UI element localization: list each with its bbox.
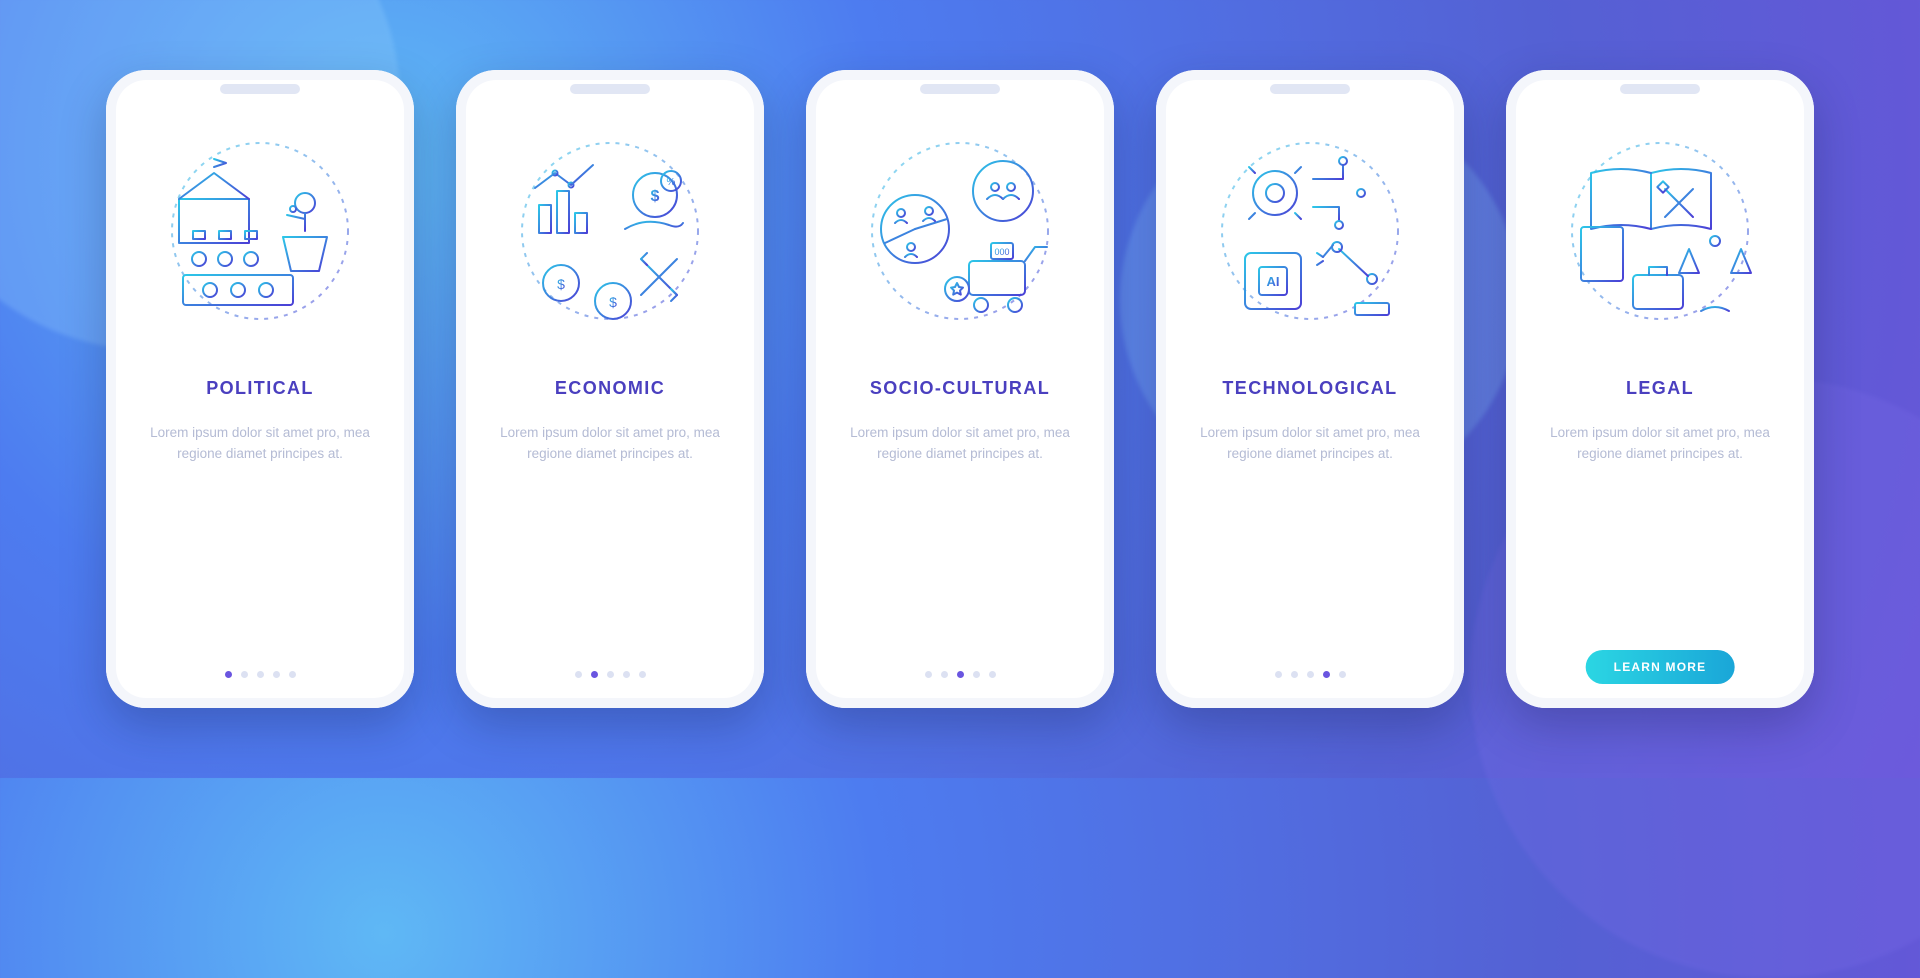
svg-text:000: 000 [994, 247, 1009, 257]
pagination-dots [1275, 671, 1346, 678]
dot[interactable] [607, 671, 614, 678]
screen-title: ECONOMIC [555, 378, 665, 399]
dot[interactable] [639, 671, 646, 678]
dot[interactable] [925, 671, 932, 678]
dot[interactable] [1339, 671, 1346, 678]
screen-economic: $ % $ $ ECONOMIC [456, 70, 764, 708]
svg-text:$: $ [651, 188, 660, 205]
screen-desc: Lorem ipsum dolor sit amet pro, mea regi… [1182, 423, 1438, 465]
screen-technological: AI TECHNOLOGICAL Lorem ipsum dolor sit a… [1156, 70, 1464, 708]
dot[interactable] [1307, 671, 1314, 678]
screen-political: POLITICAL Lorem ipsum dolor sit amet pro… [106, 70, 414, 708]
political-icon [150, 128, 370, 348]
svg-text:$: $ [557, 276, 565, 292]
screen-title: SOCIO-CULTURAL [870, 378, 1050, 399]
dot[interactable] [989, 671, 996, 678]
technological-icon: AI [1200, 128, 1420, 348]
dot[interactable] [957, 671, 964, 678]
learn-more-button[interactable]: LEARN MORE [1586, 650, 1735, 684]
pagination-dots [925, 671, 996, 678]
svg-text:$: $ [609, 294, 617, 310]
screen-title: LEGAL [1626, 378, 1694, 399]
dot[interactable] [273, 671, 280, 678]
screen-legal: LEGAL Lorem ipsum dolor sit amet pro, me… [1506, 70, 1814, 708]
dot[interactable] [1275, 671, 1282, 678]
dot[interactable] [941, 671, 948, 678]
screen-desc: Lorem ipsum dolor sit amet pro, mea regi… [1532, 423, 1788, 465]
dot[interactable] [591, 671, 598, 678]
onboarding-stage: POLITICAL Lorem ipsum dolor sit amet pro… [0, 0, 1920, 778]
dot[interactable] [241, 671, 248, 678]
screen-desc: Lorem ipsum dolor sit amet pro, mea regi… [482, 423, 738, 465]
pagination-dots [225, 671, 296, 678]
legal-icon [1550, 128, 1770, 348]
dot[interactable] [257, 671, 264, 678]
svg-text:AI: AI [1267, 274, 1280, 289]
dot[interactable] [225, 671, 232, 678]
pagination-dots [575, 671, 646, 678]
screen-desc: Lorem ipsum dolor sit amet pro, mea regi… [132, 423, 388, 465]
dot[interactable] [623, 671, 630, 678]
dot[interactable] [1291, 671, 1298, 678]
screen-sociocultural: 000 SOCIO-CULTURAL Lorem ipsum dolor sit… [806, 70, 1114, 708]
screen-desc: Lorem ipsum dolor sit amet pro, mea regi… [832, 423, 1088, 465]
dot[interactable] [973, 671, 980, 678]
svg-text:%: % [667, 177, 676, 188]
dot[interactable] [575, 671, 582, 678]
dot[interactable] [289, 671, 296, 678]
sociocultural-icon: 000 [850, 128, 1070, 348]
economic-icon: $ % $ $ [500, 128, 720, 348]
dot[interactable] [1323, 671, 1330, 678]
screen-title: POLITICAL [206, 378, 314, 399]
screen-title: TECHNOLOGICAL [1222, 378, 1397, 399]
